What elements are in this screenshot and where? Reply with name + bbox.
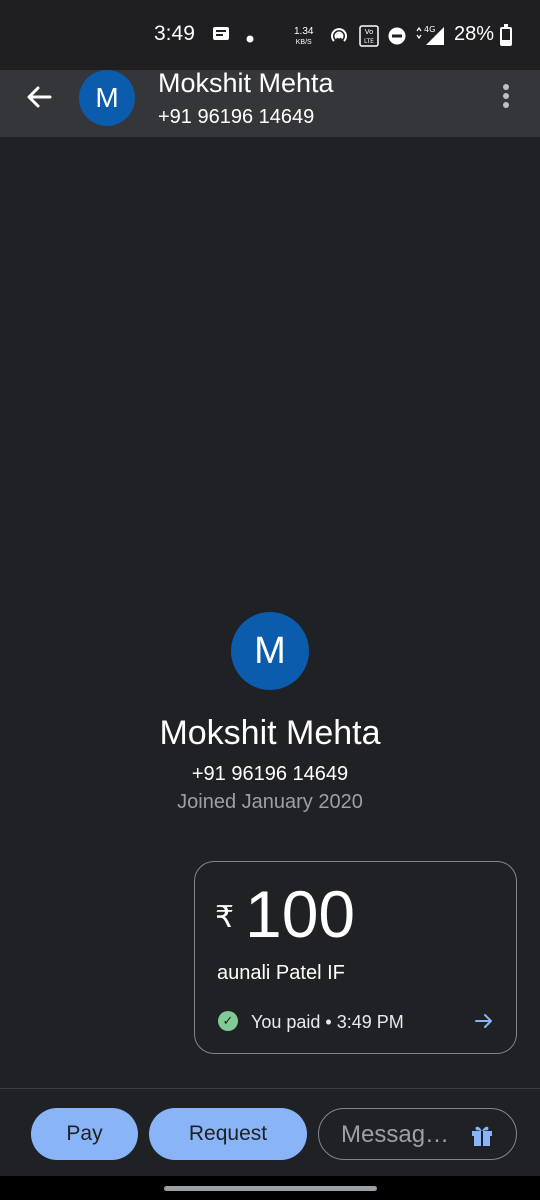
currency-symbol: ₹ bbox=[215, 901, 235, 934]
request-button[interactable]: Request bbox=[149, 1108, 307, 1160]
more-options-button[interactable] bbox=[498, 84, 514, 114]
payment-card[interactable]: ₹ 100 aunali Patel IF ✓ You paid • 3:49 … bbox=[194, 861, 517, 1054]
notification-dot-icon bbox=[246, 30, 254, 46]
gesture-handle[interactable] bbox=[164, 1186, 377, 1191]
arrow-back-icon bbox=[27, 86, 52, 108]
network-speed: 1.34 KB/S bbox=[294, 27, 313, 48]
message-placeholder: Messag… bbox=[341, 1121, 450, 1148]
check-circle-icon: ✓ bbox=[218, 1011, 238, 1031]
more-dot-icon bbox=[503, 102, 509, 108]
battery-icon bbox=[500, 24, 512, 46]
arrow-forward-icon bbox=[473, 1010, 495, 1032]
message-notification-icon bbox=[212, 26, 230, 45]
header-contact-name: Mokshit Mehta bbox=[158, 68, 334, 98]
bottom-divider bbox=[0, 1088, 540, 1089]
do-not-disturb-icon bbox=[388, 27, 406, 48]
mobile-signal-icon: 4G bbox=[414, 24, 446, 49]
message-input[interactable]: Messag… bbox=[318, 1108, 517, 1160]
status-bar: 3:49 1.34 KB/S Vo LTE 4G 28% bbox=[0, 0, 540, 70]
battery-level bbox=[502, 39, 510, 44]
profile-name: Mokshit Mehta bbox=[159, 714, 381, 752]
header-contact-phone: +91 96196 14649 bbox=[158, 106, 315, 128]
status-time: 3:49 bbox=[154, 22, 195, 45]
volte-icon: Vo LTE bbox=[359, 25, 379, 50]
back-button[interactable] bbox=[22, 80, 56, 114]
svg-text:4G: 4G bbox=[424, 25, 435, 34]
profile-phone: +91 96196 14649 bbox=[191, 763, 349, 785]
payment-amount: 100 bbox=[245, 877, 356, 951]
more-dot-icon bbox=[503, 84, 509, 90]
gift-icon[interactable] bbox=[469, 1122, 495, 1148]
profile-joined-date: Joined January 2020 bbox=[177, 791, 363, 813]
pay-button[interactable]: Pay bbox=[31, 1108, 138, 1160]
network-speed-unit: KB/S bbox=[295, 39, 312, 46]
more-dot-icon bbox=[503, 93, 509, 99]
battery-percentage: 28% bbox=[454, 23, 495, 45]
payment-status: You paid • 3:49 PM bbox=[251, 1012, 404, 1032]
profile-avatar: M bbox=[231, 612, 309, 690]
payment-note: aunali Patel IF bbox=[217, 962, 345, 984]
hotspot-icon bbox=[329, 26, 349, 49]
svg-text:LTE: LTE bbox=[364, 38, 374, 45]
network-speed-value: 1.34 bbox=[294, 26, 314, 37]
svg-text:Vo: Vo bbox=[365, 28, 374, 36]
header-avatar[interactable]: M bbox=[79, 70, 135, 126]
